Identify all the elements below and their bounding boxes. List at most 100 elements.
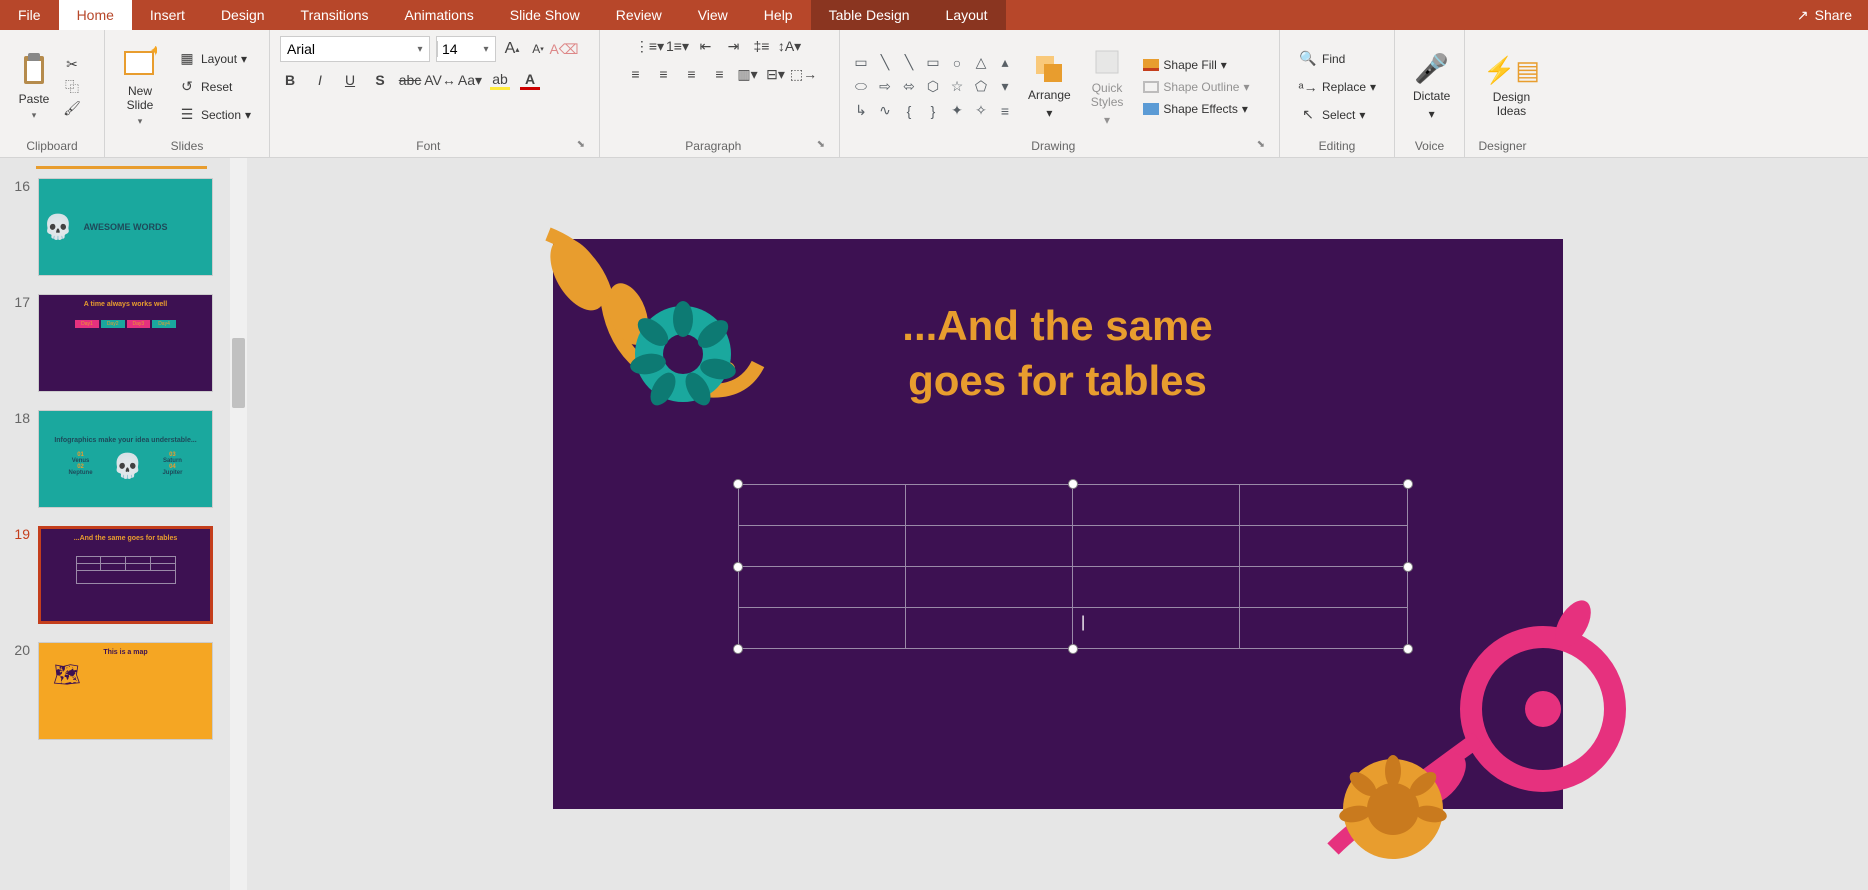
smartart-icon[interactable]: ⬚→ [794,64,814,84]
brace-r-icon[interactable]: } [922,100,944,122]
table-row[interactable] [738,526,1407,567]
highlight-icon[interactable]: ab [490,70,510,90]
italic-icon[interactable]: I [310,70,330,90]
dictate-button[interactable]: 🎤 Dictate▾ [1405,48,1458,125]
outdent-icon[interactable]: ⇤ [696,36,716,56]
share-button[interactable]: ↗ Share [1781,7,1868,24]
grow-font-icon[interactable]: A▴ [502,39,522,59]
table-row[interactable]: | [738,608,1407,649]
font-size-input[interactable] [437,41,477,57]
slide-canvas-area[interactable]: ...And the same goes for tables | [247,158,1868,890]
thumb-18[interactable]: 18 Infographics make your idea understab… [10,410,237,508]
tri-icon[interactable]: △ [970,52,992,74]
table-row[interactable] [738,567,1407,608]
selection-handle[interactable] [733,562,743,572]
line-icon[interactable]: ╲ [874,52,896,74]
strike-icon[interactable]: abc [400,70,420,90]
star5-icon[interactable]: ✧ [970,100,992,122]
align-left-icon[interactable]: ≡ [626,64,646,84]
brace-l-icon[interactable]: { [898,100,920,122]
selection-handle[interactable] [1403,562,1413,572]
line2-icon[interactable]: ╲ [898,52,920,74]
scroll-up-icon[interactable]: ▴ [994,52,1016,74]
line-spacing-icon[interactable]: ‡≡ [752,36,772,56]
scroll-down-icon[interactable]: ▾ [994,76,1016,98]
numbering-icon[interactable]: 1≡▾ [668,36,688,56]
align-text-icon[interactable]: ⊟▾ [766,64,786,84]
selection-handle[interactable] [1403,479,1413,489]
rect-icon[interactable]: ▭ [922,52,944,74]
align-center-icon[interactable]: ≡ [654,64,674,84]
shape-effects-button[interactable]: Shape Effects ▾ [1135,99,1257,119]
indent-icon[interactable]: ⇥ [724,36,744,56]
menu-view[interactable]: View [680,0,746,30]
font-size-combo[interactable]: ▾ [436,36,496,62]
text-direction-icon[interactable]: ↕A▾ [780,36,800,56]
shapes-gallery[interactable]: ▭ ╲ ╲ ▭ ○ △ ▴ ⬭ ⇨ ⬄ ⬡ ☆ ⬠ ▾ ↳ ∿ { } ✦ ✧ [850,52,1016,122]
menu-home[interactable]: Home [59,0,132,30]
format-painter-icon[interactable]: 🖌 [62,99,82,119]
roundrect-icon[interactable]: ⬭ [850,76,872,98]
shrink-font-icon[interactable]: A▾ [528,39,548,59]
spacing-icon[interactable]: AV↔ [430,70,450,90]
menu-review[interactable]: Review [598,0,680,30]
menu-slideshow[interactable]: Slide Show [492,0,598,30]
align-right-icon[interactable]: ≡ [682,64,702,84]
selection-handle[interactable] [1068,479,1078,489]
menu-help[interactable]: Help [746,0,811,30]
oval-icon[interactable]: ○ [946,52,968,74]
select-button[interactable]: ↖Select ▾ [1290,102,1384,128]
star4-icon[interactable]: ✦ [946,100,968,122]
arrow2-icon[interactable]: ⬄ [898,76,920,98]
clear-format-icon[interactable]: A⌫ [554,39,574,59]
columns-icon[interactable]: ▥▾ [738,64,758,84]
drawing-dialog-launcher[interactable]: ⬊ [1257,139,1269,153]
replace-button[interactable]: ᵃ→Replace ▾ [1290,74,1384,100]
paste-button[interactable]: Paste ▾ [10,48,58,125]
thumb-20[interactable]: 20 This is a map🗺 [10,642,237,740]
find-button[interactable]: 🔍Find [1290,46,1384,72]
font-dialog-launcher[interactable]: ⬊ [577,139,589,153]
connector-icon[interactable]: ↳ [850,100,872,122]
shape-fill-button[interactable]: Shape Fill ▾ [1135,55,1257,75]
menu-table-design[interactable]: Table Design [811,0,928,30]
callout-icon[interactable]: ⬠ [970,76,992,98]
textbox-icon[interactable]: ▭ [850,52,872,74]
menu-file[interactable]: File [0,0,59,30]
scroll-thumb[interactable] [232,338,245,408]
arrange-button[interactable]: Arrange▾ [1020,50,1079,124]
curve-icon[interactable]: ∿ [874,100,896,122]
design-ideas-button[interactable]: ⚡▤ Design Ideas [1475,51,1548,122]
table-row[interactable] [738,485,1407,526]
copy-icon[interactable]: ⿻ [62,77,82,97]
layout-button[interactable]: ▦Layout ▾ [169,46,259,72]
thumb-16[interactable]: 16 💀AWESOME WORDS [10,178,237,276]
case-icon[interactable]: Aa▾ [460,70,480,90]
underline-icon[interactable]: U [340,70,360,90]
reset-button[interactable]: ↺Reset [169,74,259,100]
star-icon[interactable]: ☆ [946,76,968,98]
font-name-combo[interactable]: ▾ [280,36,430,62]
chevron-down-icon[interactable]: ▾ [411,44,429,55]
font-color-icon[interactable]: A [520,70,540,90]
slide-thumbnails-panel[interactable]: 16 💀AWESOME WORDS 17 A time always works… [0,158,247,890]
selection-handle[interactable] [1068,644,1078,654]
menu-design[interactable]: Design [203,0,283,30]
shadow-icon[interactable]: S [370,70,390,90]
thumb-19[interactable]: 19 ...And the same goes for tables [10,526,237,624]
arrow-icon[interactable]: ⇨ [874,76,896,98]
cut-icon[interactable]: ✂ [62,55,82,75]
justify-icon[interactable]: ≡ [710,64,730,84]
menu-layout[interactable]: Layout [928,0,1006,30]
bold-icon[interactable]: B [280,70,300,90]
table[interactable]: | [738,484,1408,649]
selection-handle[interactable] [733,644,743,654]
chevron-down-icon[interactable]: ▾ [477,44,495,55]
selection-handle[interactable] [733,479,743,489]
thumb-17[interactable]: 17 A time always works wellDay1Day2Day3D… [10,294,237,392]
menu-insert[interactable]: Insert [132,0,203,30]
menu-animations[interactable]: Animations [386,0,491,30]
more-shapes-icon[interactable]: ≡ [994,100,1016,122]
bullets-icon[interactable]: ⋮≡▾ [640,36,660,56]
new-slide-button[interactable]: ✦ New Slide ▾ [115,42,165,131]
